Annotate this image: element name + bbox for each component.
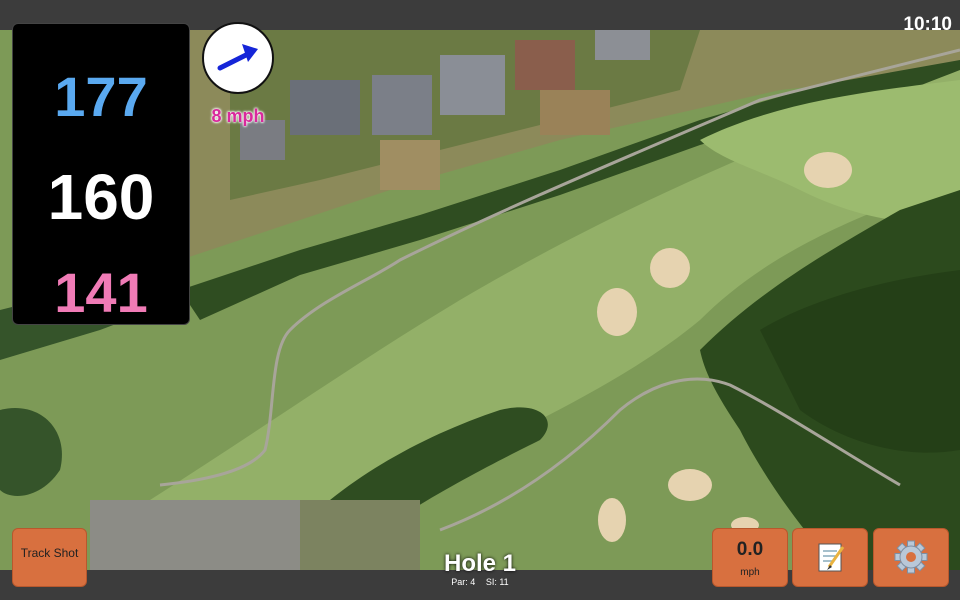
gear-icon	[894, 540, 928, 574]
speed-button[interactable]: 0.0 mph	[712, 528, 788, 587]
settings-button[interactable]	[873, 528, 949, 587]
wind-speed: 8 mph	[211, 106, 265, 126]
track-shot-button[interactable]: Track Shot	[12, 528, 87, 587]
hole-stroke-index: SI: 11	[485, 577, 509, 587]
notes-button[interactable]	[792, 528, 868, 587]
distance-front: 141	[54, 261, 148, 324]
hole-par: Par: 4	[451, 577, 476, 587]
hole-title: Hole 1	[443, 550, 517, 577]
distance-panel: 177 160 141	[12, 23, 190, 325]
speed-value: 0.0	[736, 539, 764, 560]
arrow-right-icon	[217, 44, 258, 71]
speed-unit: mph	[740, 567, 760, 578]
hole-info: Par: 4 SI: 11	[380, 577, 580, 587]
wind-indicator	[202, 22, 274, 94]
clock: 10:10	[903, 14, 952, 35]
distance-back: 177	[54, 65, 148, 128]
notepad-icon	[818, 543, 845, 572]
distance-middle: 160	[47, 161, 155, 233]
